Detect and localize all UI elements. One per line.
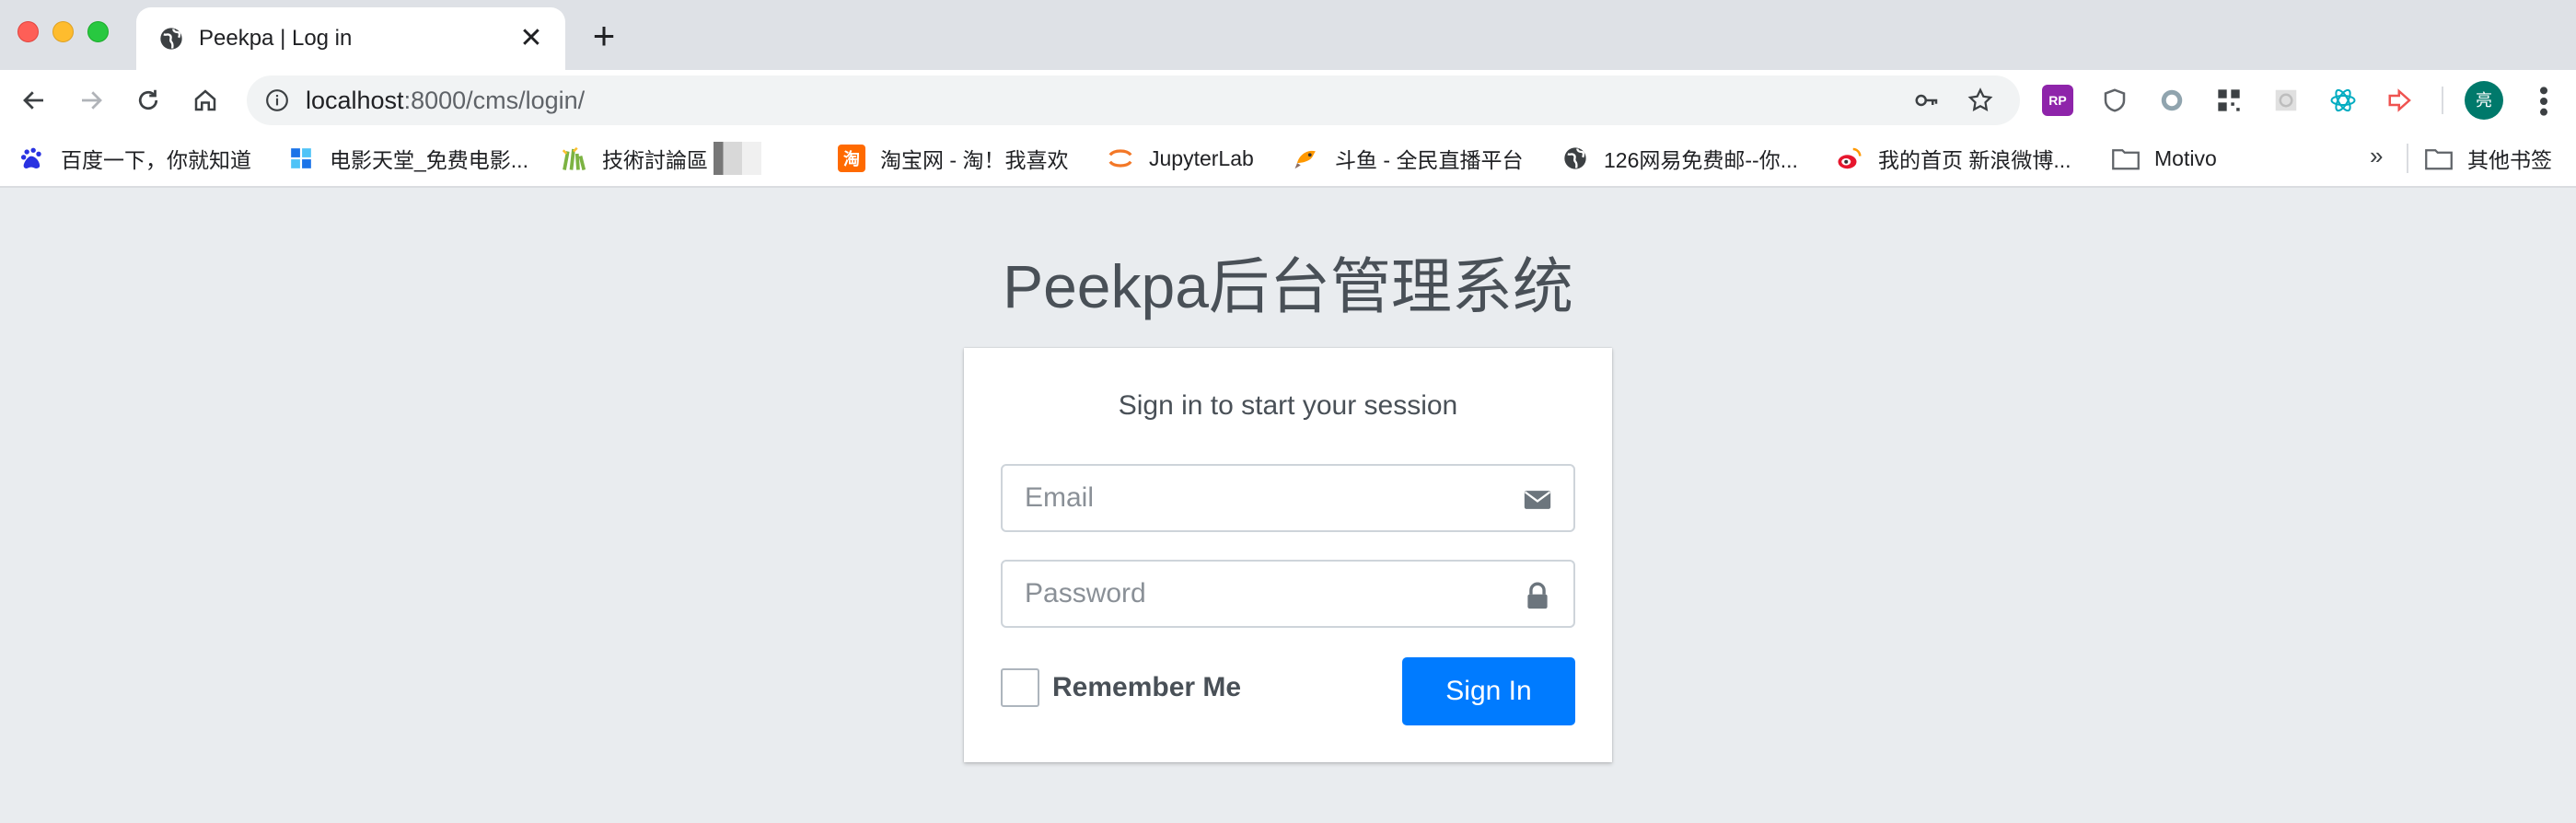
other-bookmarks-label: 其他书签 — [2467, 148, 2552, 172]
reload-button[interactable] — [129, 81, 168, 120]
browser-tab-active[interactable]: Peekpa | Log in ✕ — [136, 7, 565, 70]
douyu-icon — [1293, 145, 1320, 172]
email-input[interactable] — [1003, 466, 1500, 530]
url-path: :8000/cms/login/ — [403, 87, 586, 114]
bookmark-baidu[interactable]: 百度一下，你就知道 — [18, 131, 251, 186]
profile-avatar[interactable]: 亮 — [2465, 81, 2503, 120]
password-field — [1001, 560, 1575, 628]
tab-strip: Peekpa | Log in ✕ + — [0, 0, 2576, 70]
bookmarks-bar: 百度一下，你就知道 电影天堂_免费电影... 技術討論區 淘 淘宝网 - 淘！我… — [0, 131, 2576, 188]
url-text: localhost:8000/cms/login/ — [306, 75, 585, 125]
login-card: Sign in to start your session Remember M… — [964, 348, 1612, 762]
envelope-icon — [1524, 491, 1551, 509]
browser-toolbar: localhost:8000/cms/login/ RP 亮 — [0, 70, 2576, 131]
page-title: Peekpa后台管理系统 — [1003, 252, 1573, 320]
new-tab-button[interactable]: + — [586, 17, 622, 55]
bookmark-label: JupyterLab — [1149, 145, 1254, 170]
tab-close-icon[interactable]: ✕ — [517, 25, 545, 52]
plant-icon — [560, 145, 587, 172]
other-bookmarks-folder[interactable]: 其他书签 — [2425, 131, 2552, 186]
zoom-window-button[interactable] — [87, 21, 109, 42]
key-icon[interactable] — [1913, 87, 1941, 114]
email-field — [1001, 464, 1575, 532]
bookmarks-overflow-button[interactable]: » — [2370, 142, 2383, 170]
dytt-icon — [287, 145, 315, 172]
sign-in-button[interactable]: Sign In — [1402, 657, 1575, 725]
bookmark-label: 126网易免费邮--你... — [1604, 148, 1798, 172]
axure-extension-icon[interactable]: RP — [2042, 85, 2073, 116]
circle-extension-icon[interactable] — [2156, 85, 2187, 116]
bookmark-folder-motivo[interactable]: Motivo — [2112, 131, 2217, 186]
bookmark-weibo[interactable]: 我的首页 新浪微博... — [1836, 131, 2071, 186]
bookmarks-separator — [2407, 144, 2408, 173]
bookmark-label: 技術討論區 — [602, 148, 708, 172]
close-window-button[interactable] — [17, 21, 39, 42]
remember-me-label: Remember Me — [1052, 672, 1242, 702]
star-icon[interactable] — [1967, 87, 1994, 114]
back-button[interactable] — [15, 81, 53, 120]
toolbar-separator — [2442, 87, 2443, 114]
bookmark-label: 斗鱼 - 全民直播平台 — [1335, 148, 1524, 172]
bookmark-label: 淘宝网 - 淘！我喜欢 — [880, 148, 1069, 172]
info-icon[interactable] — [265, 88, 289, 112]
kebab-menu-icon[interactable] — [2530, 83, 2558, 120]
lock-icon — [1527, 582, 1548, 609]
weibo-icon — [1836, 145, 1863, 172]
url-host: localhost — [306, 87, 404, 114]
arrow-left-icon — [23, 91, 43, 110]
minimize-window-button[interactable] — [52, 21, 74, 42]
bookmark-label: Motivo — [2154, 145, 2217, 170]
redacted-block — [714, 142, 761, 175]
baidu-icon — [18, 145, 46, 172]
password-input[interactable] — [1003, 562, 1500, 626]
address-bar[interactable]: localhost:8000/cms/login/ — [247, 75, 2020, 125]
jupyter-icon — [1107, 145, 1134, 172]
bookmark-label: 百度一下，你就知道 — [61, 148, 251, 172]
shield-extension-icon[interactable] — [2099, 85, 2130, 116]
remember-me-checkbox[interactable] — [1001, 668, 1039, 707]
folder-icon — [2112, 145, 2140, 172]
taobao-icon: 淘 — [838, 145, 865, 172]
globe-icon — [1561, 145, 1589, 172]
folder-icon — [2425, 145, 2453, 172]
reload-icon — [138, 89, 158, 110]
bookmark-jupyterlab[interactable]: JupyterLab — [1107, 131, 1254, 186]
forward-button[interactable] — [72, 81, 110, 120]
bookmark-126-mail[interactable]: 126网易免费邮--你... — [1561, 131, 1798, 186]
home-icon — [194, 89, 216, 111]
react-extension-icon[interactable] — [2327, 85, 2359, 116]
bookmark-taobao[interactable]: 淘 淘宝网 - 淘！我喜欢 — [838, 131, 1068, 186]
bookmark-label: 电影天堂_免费电影... — [330, 148, 528, 172]
login-box-message: Sign in to start your session — [1118, 390, 1458, 421]
arrow-extension-icon[interactable] — [2385, 85, 2416, 116]
bookmark-label: 我的首页 新浪微博... — [1878, 148, 2071, 172]
bookmark-tech-forum[interactable]: 技術討論區 — [560, 131, 761, 186]
globe-icon — [160, 28, 182, 50]
bookmark-douyu[interactable]: 斗鱼 - 全民直播平台 — [1293, 131, 1523, 186]
home-button[interactable] — [186, 81, 225, 120]
arrow-right-icon — [82, 91, 102, 110]
grid-extension-icon[interactable] — [2270, 85, 2302, 116]
remember-me[interactable]: Remember Me — [1001, 667, 1241, 709]
bookmark-dytt[interactable]: 电影天堂_免费电影... — [287, 131, 528, 186]
tab-title: Peekpa | Log in — [199, 26, 353, 51]
qr-code-extension-icon[interactable] — [2213, 85, 2245, 116]
